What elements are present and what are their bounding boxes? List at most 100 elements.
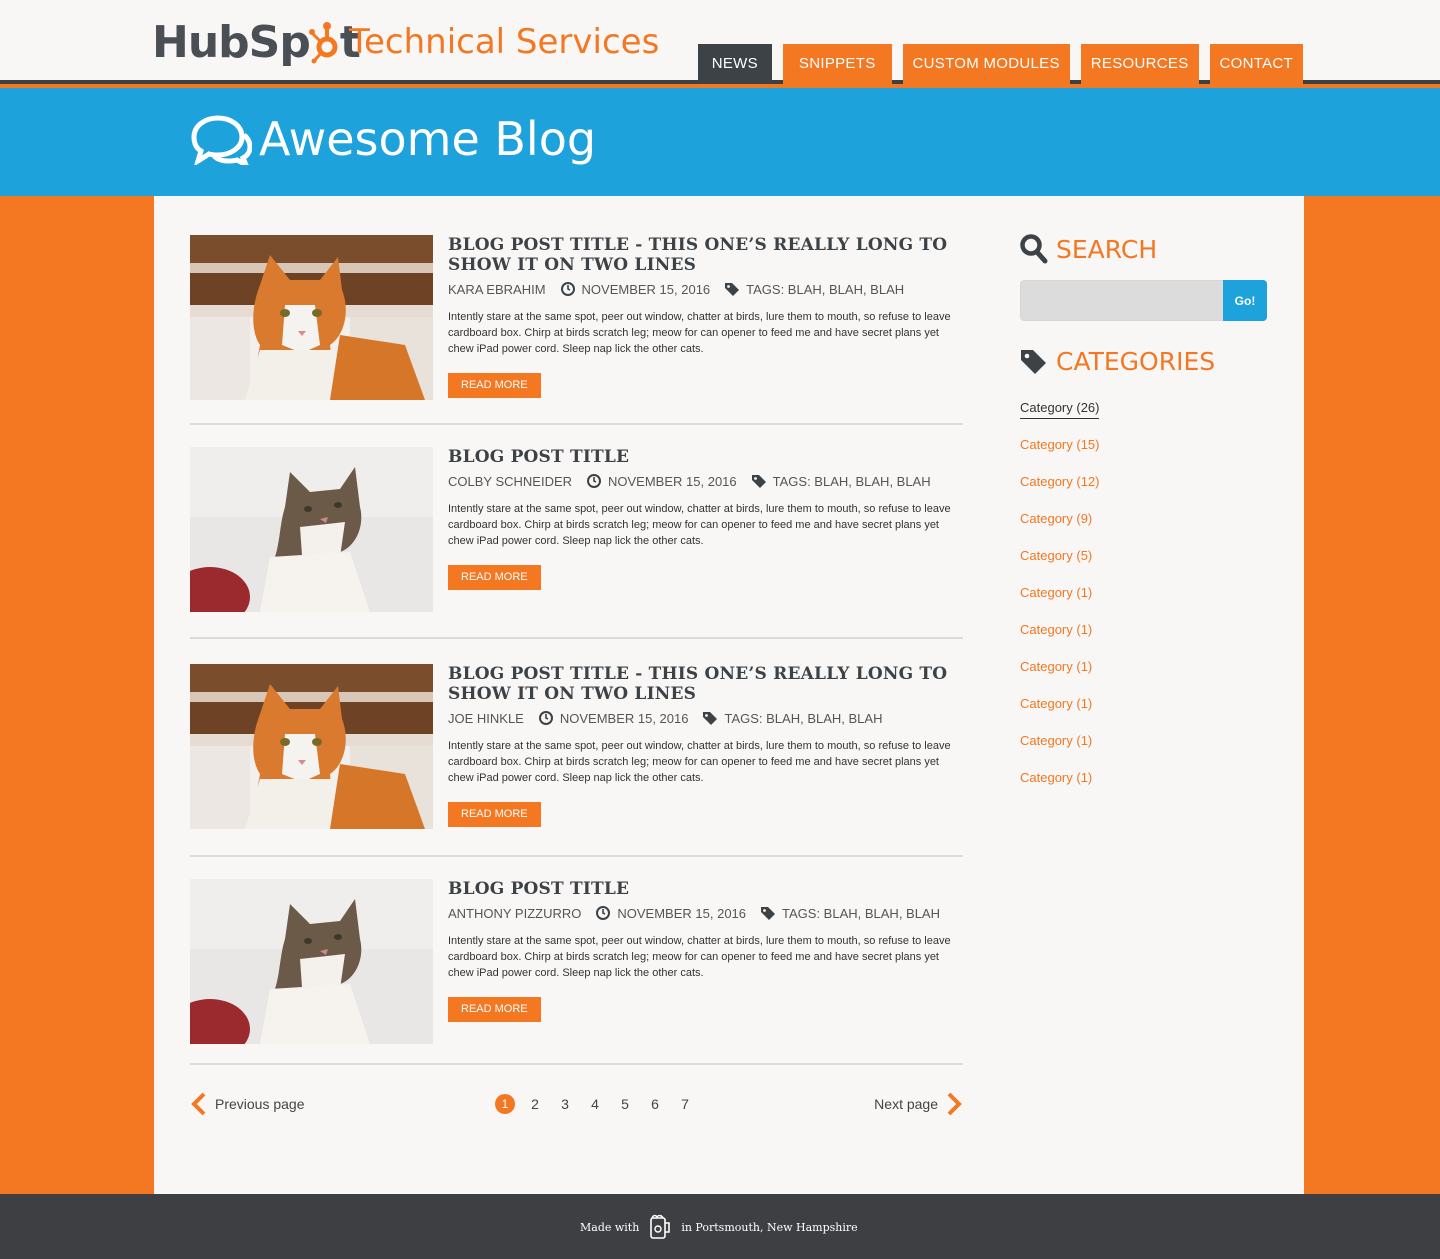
clock-icon xyxy=(560,282,575,296)
nav-custom-modules[interactable]: CUSTOM MODULES xyxy=(902,44,1070,84)
post-date-text: November 15, 2016 xyxy=(617,905,747,921)
category-item[interactable]: Category (1) xyxy=(1020,659,1270,696)
post-thumbnail-orange-cat[interactable] xyxy=(190,664,433,829)
post-title[interactable]: Blog Post Title - This one’s really long… xyxy=(448,664,988,704)
post-excerpt: Intently stare at the same spot, peer ou… xyxy=(448,935,951,979)
category-item[interactable]: Category (1) xyxy=(1020,770,1270,807)
page-1[interactable]: 1 xyxy=(495,1094,515,1114)
footer-made-with: Made with xyxy=(580,1220,640,1234)
post-date-text: November 15, 2016 xyxy=(581,281,711,297)
page-6[interactable]: 6 xyxy=(645,1094,665,1114)
footer-location: in Portsmouth, New Hampshire xyxy=(681,1220,858,1234)
post-date: November 15, 2016 xyxy=(560,281,711,297)
read-more-button[interactable]: Read More xyxy=(448,565,541,590)
page-2[interactable]: 2 xyxy=(525,1094,545,1114)
post-thumbnail-orange-cat[interactable] xyxy=(190,235,433,400)
next-page-link[interactable]: Next page xyxy=(874,1092,963,1116)
next-page-label: Next page xyxy=(874,1096,938,1112)
footer-credit: Made with in Portsmouth, New Hampshire xyxy=(580,1214,858,1240)
blog-banner: Awesome Blog xyxy=(0,88,1440,196)
post-tags-text[interactable]: Tags: Blah, Blah, Blah xyxy=(782,906,940,921)
clock-icon xyxy=(596,906,611,920)
nav-contact[interactable]: CONTACT xyxy=(1209,44,1303,84)
read-more-button[interactable]: Read More xyxy=(448,802,541,827)
hubspot-logo[interactable]: HubSp t xyxy=(152,14,361,70)
page-5[interactable]: 5 xyxy=(615,1094,635,1114)
previous-page-label: Previous page xyxy=(215,1096,305,1112)
categories-heading-text: Categories xyxy=(1056,347,1216,376)
post-title[interactable]: Blog Post Title xyxy=(448,879,988,899)
post-divider xyxy=(190,637,963,639)
beer-mug-icon xyxy=(650,1214,671,1239)
post-tags: Tags: Blah, Blah, Blah xyxy=(724,282,904,297)
post-body: Blog Post Title - This one’s really long… xyxy=(448,664,988,827)
post-excerpt: Intently stare at the same spot, peer ou… xyxy=(448,740,951,784)
post-author[interactable]: Colby Schneider xyxy=(448,474,572,489)
post-excerpt: Intently stare at the same spot, peer ou… xyxy=(448,503,951,547)
clock-icon xyxy=(587,474,602,488)
site-footer: Made with in Portsmouth, New Hampshire xyxy=(0,1194,1440,1259)
post-tags-text[interactable]: Tags: Blah, Blah, Blah xyxy=(746,282,904,297)
category-item[interactable]: Category (12) xyxy=(1020,474,1270,511)
categories-heading: Categories xyxy=(1020,347,1270,376)
post-tags-text[interactable]: Tags: Blah, Blah, Blah xyxy=(724,711,882,726)
category-item[interactable]: Category (5) xyxy=(1020,548,1270,585)
search-heading-text: Search xyxy=(1056,234,1158,264)
sidebar: Search Go! Categories Category (26) Cate… xyxy=(1020,234,1270,807)
page-4[interactable]: 4 xyxy=(585,1094,605,1114)
tag-icon xyxy=(761,907,776,920)
main-nav: NEWS SNIPPETS CUSTOM MODULES RESOURCES C… xyxy=(697,44,1303,84)
read-more-button[interactable]: Read More xyxy=(448,997,541,1022)
post-date: November 15, 2016 xyxy=(586,473,737,489)
post-date: November 15, 2016 xyxy=(538,710,689,726)
category-item[interactable]: Category (9) xyxy=(1020,511,1270,548)
post-tags-text[interactable]: Tags: Blah, Blah, Blah xyxy=(773,474,931,489)
sprocket-icon xyxy=(308,22,338,64)
search-go-button[interactable]: Go! xyxy=(1223,280,1267,321)
category-item[interactable]: Category (26) xyxy=(1020,400,1270,437)
search-icon xyxy=(1020,234,1048,264)
post-body: Blog Post Title Anthony Pizzurro Novembe… xyxy=(448,879,988,1022)
search-input[interactable] xyxy=(1020,280,1223,321)
tag-icon xyxy=(725,283,740,296)
chevron-right-icon xyxy=(947,1092,962,1116)
page-7[interactable]: 7 xyxy=(675,1094,695,1114)
nav-resources[interactable]: RESOURCES xyxy=(1080,44,1199,84)
previous-page-link[interactable]: Previous page xyxy=(190,1092,305,1116)
clock-icon xyxy=(538,711,553,725)
category-item[interactable]: Category (1) xyxy=(1020,622,1270,659)
post-body: Blog Post Title - This one’s really long… xyxy=(448,235,988,398)
category-item[interactable]: Category (1) xyxy=(1020,696,1270,733)
post-title[interactable]: Blog Post Title - This one’s really long… xyxy=(448,235,988,275)
post-divider xyxy=(190,855,963,857)
category-item[interactable]: Category (15) xyxy=(1020,437,1270,474)
main-content: Blog Post Title - This one’s really long… xyxy=(154,196,1304,1194)
post-thumbnail-tabby-cat[interactable] xyxy=(190,447,433,612)
post-meta: Anthony Pizzurro November 15, 2016 Tags:… xyxy=(448,905,988,921)
post-author[interactable]: Joe Hinkle xyxy=(448,711,524,726)
tag-icon xyxy=(703,712,718,725)
post-tags: Tags: Blah, Blah, Blah xyxy=(760,906,940,921)
search-heading: Search xyxy=(1020,234,1270,264)
post-meta: Joe Hinkle November 15, 2016 Tags: Blah,… xyxy=(448,710,988,726)
post-author[interactable]: Anthony Pizzurro xyxy=(448,906,581,921)
post-meta: Kara Ebrahim November 15, 2016 Tags: Bla… xyxy=(448,281,988,297)
post-tags: Tags: Blah, Blah, Blah xyxy=(702,711,882,726)
page-3[interactable]: 3 xyxy=(555,1094,575,1114)
post-date-text: November 15, 2016 xyxy=(559,710,689,726)
blog-title: Awesome Blog xyxy=(259,112,597,166)
post-title[interactable]: Blog Post Title xyxy=(448,447,988,467)
nav-snippets[interactable]: SNIPPETS xyxy=(782,44,892,84)
site-subtitle: Technical Services xyxy=(349,22,660,62)
post-thumbnail-tabby-cat[interactable] xyxy=(190,879,433,1044)
post-author[interactable]: Kara Ebrahim xyxy=(448,282,546,297)
category-item[interactable]: Category (1) xyxy=(1020,585,1270,622)
category-item[interactable]: Category (1) xyxy=(1020,733,1270,770)
category-list: Category (26) Category (15) Category (12… xyxy=(1020,400,1270,807)
post-divider xyxy=(190,423,963,425)
post-excerpt: Intently stare at the same spot, peer ou… xyxy=(448,311,951,355)
nav-news[interactable]: NEWS xyxy=(697,44,772,84)
comments-icon xyxy=(191,115,252,165)
read-more-button[interactable]: Read More xyxy=(448,373,541,398)
chevron-left-icon xyxy=(191,1092,206,1116)
